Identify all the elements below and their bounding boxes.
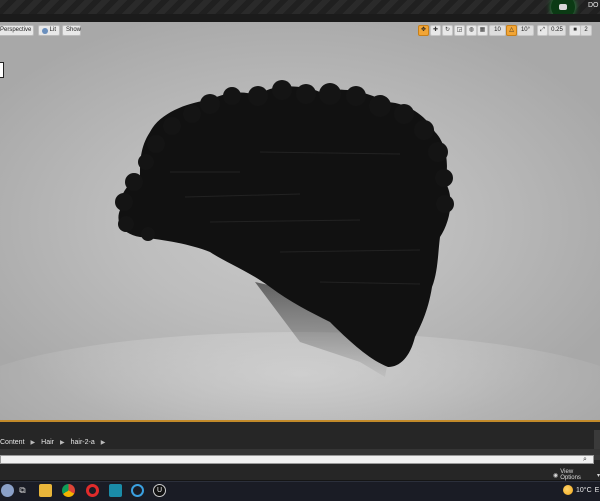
breadcrumb-separator-icon[interactable]: ▶: [60, 439, 65, 446]
breadcrumb: Content ▶ Hair ▶ hair-2-a ▶: [0, 436, 105, 448]
search-icon[interactable]: ⌕: [583, 456, 591, 464]
monitor-icon: [559, 4, 567, 10]
maya-icon[interactable]: [109, 484, 122, 497]
opera-icon[interactable]: [86, 484, 99, 497]
breadcrumb-hair-2-a[interactable]: hair-2-a: [71, 439, 95, 446]
breadcrumb-content[interactable]: Content: [0, 439, 25, 446]
hair-mesh[interactable]: [0, 22, 600, 420]
search-input[interactable]: [0, 455, 594, 464]
breadcrumb-separator-icon[interactable]: ▶: [101, 439, 106, 446]
unreal-engine-icon[interactable]: U: [153, 484, 166, 497]
title-bar: [0, 0, 600, 15]
file-explorer-icon[interactable]: [39, 484, 52, 497]
chrome-icon[interactable]: [62, 484, 75, 497]
breadcrumb-hair[interactable]: Hair: [41, 439, 54, 446]
cinema-icon[interactable]: [131, 484, 144, 497]
eye-icon: ◉: [553, 472, 559, 479]
title-right-text: DO: [588, 2, 599, 9]
view-options-button[interactable]: ◉ View Options ▾: [553, 469, 600, 481]
temperature: 10°C: [576, 486, 592, 494]
weather-widget[interactable]: 10°C E: [563, 485, 599, 495]
viewport[interactable]: Perspective Lit Show ✥ ✚ ↻ ◲ ◍ ▦ 10 △ 10…: [0, 22, 600, 422]
task-view-icon[interactable]: ⧉: [16, 484, 29, 497]
taskbar-extra: E: [594, 486, 600, 494]
breadcrumb-separator-icon[interactable]: ▶: [31, 439, 36, 446]
view-options-label: View Options: [560, 469, 581, 481]
user-avatar-icon[interactable]: [1, 484, 14, 497]
content-side-panel[interactable]: [594, 430, 600, 460]
weather-sun-icon: [563, 485, 573, 495]
